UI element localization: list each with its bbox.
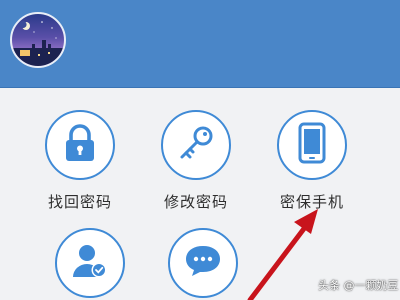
watermark-text: 头条 @一颗奶豆	[318, 279, 399, 292]
annotation-arrow	[247, 209, 318, 300]
